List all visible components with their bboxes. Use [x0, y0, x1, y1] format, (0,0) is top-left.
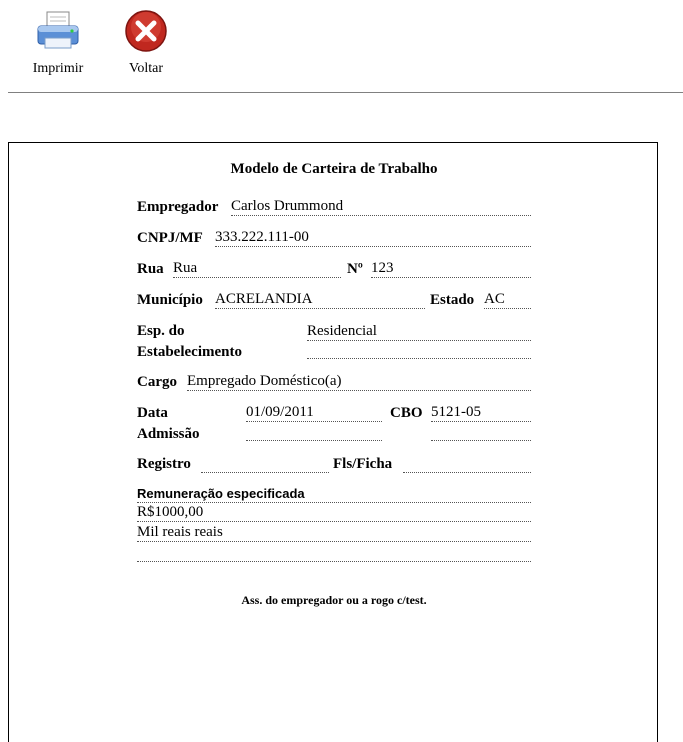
cnpj-label: CNPJ/MF — [137, 230, 203, 246]
estado-label: Estado — [430, 292, 475, 308]
printer-icon — [37, 11, 79, 49]
back-button[interactable]: Voltar — [111, 8, 181, 77]
empregador-label: Empregador — [137, 199, 219, 215]
back-label: Voltar — [129, 61, 163, 76]
cbo-field: 5121-05 — [431, 404, 531, 422]
remuneracao-value: R$1000,00 — [137, 504, 531, 522]
esp-label-line1: Esp. do — [137, 323, 185, 339]
document-card: Modelo de Carteira de Trabalho Empregado… — [8, 142, 658, 742]
data-admissao-underline — [246, 423, 382, 441]
esp-field-underline — [307, 341, 531, 359]
data-admissao-field: 01/09/2011 — [246, 404, 382, 422]
fls-field — [403, 455, 531, 473]
rua-field: Rua — [173, 260, 341, 278]
registro-label: Registro — [137, 456, 191, 472]
numero-label: Nº — [347, 261, 363, 277]
remuneracao-label-underline — [137, 484, 531, 503]
signature-label: Ass. do empregador ou a rogo c/test. — [241, 593, 427, 607]
print-label: Imprimir — [32, 61, 84, 76]
data-label-line2: Admissão — [137, 426, 200, 442]
cargo-field: Empregado Doméstico(a) — [187, 373, 531, 391]
esp-label-line2: Estabelecimento — [137, 344, 242, 360]
estado-field: AC — [484, 291, 531, 309]
fls-label: Fls/Ficha — [333, 456, 393, 472]
numero-field: 123 — [371, 260, 531, 278]
document-title: Modelo de Carteira de Trabalho — [230, 161, 438, 177]
municipio-label: Município — [137, 292, 203, 308]
print-button[interactable]: Imprimir — [23, 8, 93, 77]
cbo-underline — [431, 423, 531, 441]
remuneracao-extenso: Mil reais reais — [137, 524, 531, 542]
rua-label: Rua — [137, 261, 164, 277]
cargo-label: Cargo — [137, 374, 177, 390]
cbo-label: CBO — [390, 405, 423, 421]
empregador-field: Carlos Drummond — [231, 198, 531, 216]
remuneracao-extra-line — [137, 544, 531, 562]
toolbar: Imprimir Voltar — [0, 0, 683, 93]
close-icon — [125, 10, 167, 52]
data-label-line1: Data — [137, 405, 168, 421]
esp-field: Residencial — [307, 323, 531, 341]
toolbar-divider — [8, 92, 683, 93]
municipio-field: ACRELANDIA — [215, 291, 425, 309]
registro-field — [201, 455, 329, 473]
cnpj-field: 333.222.111-00 — [215, 229, 531, 247]
